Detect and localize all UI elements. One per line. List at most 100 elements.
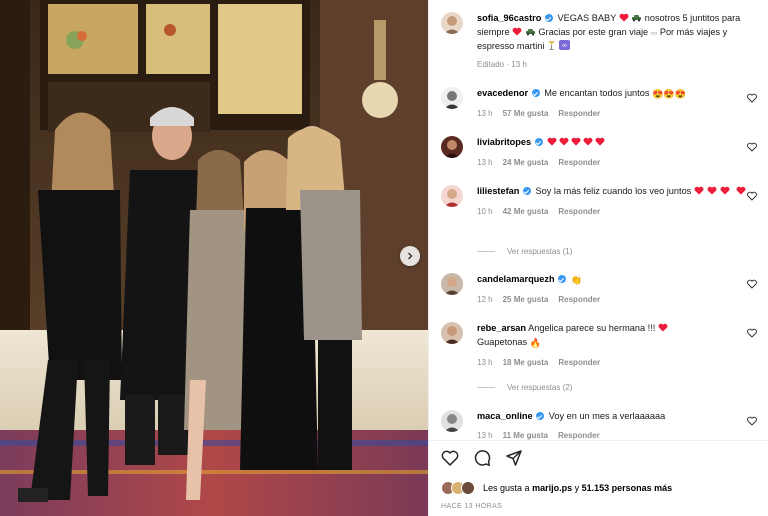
comment-text-line2: Guapetonas	[477, 337, 528, 347]
user-avatar-icon	[441, 185, 463, 207]
comment-author[interactable]: candelamarquezh	[477, 274, 555, 284]
user-avatar-icon	[441, 273, 463, 295]
car-icon	[525, 27, 536, 40]
verified-badge-icon	[522, 187, 531, 195]
red-heart-icon	[512, 27, 522, 40]
reply-button[interactable]: Responder	[558, 429, 600, 440]
car-icon	[631, 13, 642, 26]
verified-badge-icon	[536, 412, 545, 420]
avatar[interactable]	[441, 185, 463, 207]
view-replies-label: Ver respuestas (1)	[507, 247, 573, 256]
photo-illustration	[0, 0, 428, 516]
comment-likes[interactable]: 24 Me gusta	[503, 156, 549, 169]
post-photo[interactable]	[0, 0, 428, 516]
verified-badge-icon	[531, 89, 540, 97]
replies-divider	[477, 387, 495, 388]
verified-badge-icon	[544, 14, 553, 22]
svg-text:∞: ∞	[561, 42, 567, 50]
avatar[interactable]	[441, 12, 463, 34]
comment-time: 13 h	[477, 358, 493, 367]
user-avatar-icon	[441, 322, 463, 344]
likes-user[interactable]: marijo.ps	[532, 483, 572, 493]
reply-button[interactable]: Responder	[558, 205, 600, 218]
fire-icon: 🔥	[529, 338, 542, 348]
comment-like-heart-icon[interactable]	[747, 191, 757, 201]
comment-likes[interactable]: 18 Me gusta	[503, 356, 549, 369]
caption-part-5: Por más viajes y	[659, 27, 728, 37]
comment-like-heart-icon[interactable]	[747, 93, 757, 103]
like-button[interactable]	[441, 449, 459, 467]
share-icon	[506, 450, 522, 466]
view-replies-button[interactable]: Ver respuestas (2)	[477, 383, 572, 392]
caption-part-3: siempre	[477, 27, 510, 37]
comment-likes[interactable]: 57 Me gusta	[503, 107, 549, 120]
red-heart-icon	[619, 13, 629, 26]
instagram-post-view: sofia_96castro VEGAS BABY nosotros 5 jun…	[0, 0, 768, 516]
user-avatar-icon	[441, 410, 463, 432]
comment-author[interactable]: rebe_arsan	[477, 323, 526, 333]
caption-part-4: Gracias por este gran viaje	[538, 27, 649, 37]
chevron-right-icon	[408, 252, 413, 260]
likes-mid: y	[574, 483, 580, 493]
liker-avatars	[441, 481, 475, 495]
comment-like-heart-icon[interactable]	[747, 142, 757, 152]
infinity-icon: ∞	[558, 40, 570, 54]
comment-time: 10 h	[477, 207, 493, 216]
view-replies-label: Ver respuestas (2)	[507, 383, 573, 392]
comment-author[interactable]: liviabritopes	[477, 137, 531, 147]
reply-button[interactable]: Responder	[558, 156, 600, 169]
caption-author[interactable]: sofia_96castro	[477, 13, 541, 23]
avatar[interactable]	[441, 273, 463, 295]
comment-text: Angelica parece su hermana !!!	[528, 323, 656, 333]
unknown-glyph-icon: ▫▫	[650, 28, 658, 38]
comment-author[interactable]: liliestefan	[477, 186, 519, 196]
share-button[interactable]	[505, 449, 523, 467]
reply-button[interactable]: Responder	[558, 293, 600, 306]
avatar[interactable]	[441, 87, 463, 109]
cocktail-icon	[547, 40, 556, 54]
comment-like-heart-icon[interactable]	[747, 416, 757, 426]
comment-time: 12 h	[477, 295, 493, 304]
red-heart-icon	[736, 186, 746, 199]
user-avatar-icon	[441, 136, 463, 158]
likes-count[interactable]: 51.153 personas más	[582, 483, 673, 493]
comment-like-heart-icon[interactable]	[747, 279, 757, 289]
view-replies-button[interactable]: Ver respuestas (1)	[477, 247, 572, 256]
comment-time: 13 h	[477, 158, 493, 167]
comment-button[interactable]	[473, 449, 491, 467]
avatar[interactable]	[441, 322, 463, 344]
likes-summary[interactable]: Les gusta a marijo.ps y 51.153 personas …	[441, 481, 672, 495]
liker-avatar	[461, 481, 475, 495]
comment-icon	[474, 450, 491, 466]
avatar[interactable]	[441, 410, 463, 432]
comment-likes[interactable]: 11 Me gusta	[503, 429, 548, 440]
post-timestamp: HACE 13 HORAS	[441, 503, 503, 510]
reply-button[interactable]: Responder	[558, 107, 600, 120]
caption-edited: Editado · 13 h	[477, 60, 527, 69]
comment-author[interactable]: evacedenor	[477, 88, 528, 98]
comment-text: Me encantan todos juntos	[544, 88, 650, 98]
caption-part-2: nosotros 5 juntitos para	[644, 13, 741, 23]
comment-time: 13 h	[477, 109, 493, 118]
avatar[interactable]	[441, 136, 463, 158]
comment-like-heart-icon[interactable]	[747, 328, 757, 338]
user-avatar-icon	[441, 87, 463, 109]
post-side-panel: sofia_96castro VEGAS BABY nosotros 5 jun…	[428, 0, 768, 516]
post-actions: Les gusta a marijo.ps y 51.153 personas …	[429, 440, 768, 516]
verified-badge-icon	[558, 275, 567, 283]
heart-eyes-emoji-icon: 😍😍😍	[651, 89, 687, 99]
author-avatar-icon	[441, 12, 463, 34]
replies-divider	[477, 251, 495, 252]
comment-text: Voy en un mes a verlaaaaaa	[548, 411, 666, 421]
caption-part-6: espresso martini	[477, 41, 545, 51]
next-photo-button[interactable]	[400, 246, 420, 266]
comment-likes[interactable]: 42 Me gusta	[503, 205, 549, 218]
likes-prefix: Les gusta a	[483, 483, 530, 493]
comment-likes[interactable]: 25 Me gusta	[503, 293, 549, 306]
red-hearts-icon	[547, 137, 609, 150]
red-hearts-icon	[694, 186, 734, 199]
clapping-hands-icon: 👏	[570, 275, 583, 285]
verified-badge-icon	[534, 138, 543, 146]
reply-button[interactable]: Responder	[558, 356, 600, 369]
comment-author[interactable]: maca_online	[477, 411, 533, 421]
